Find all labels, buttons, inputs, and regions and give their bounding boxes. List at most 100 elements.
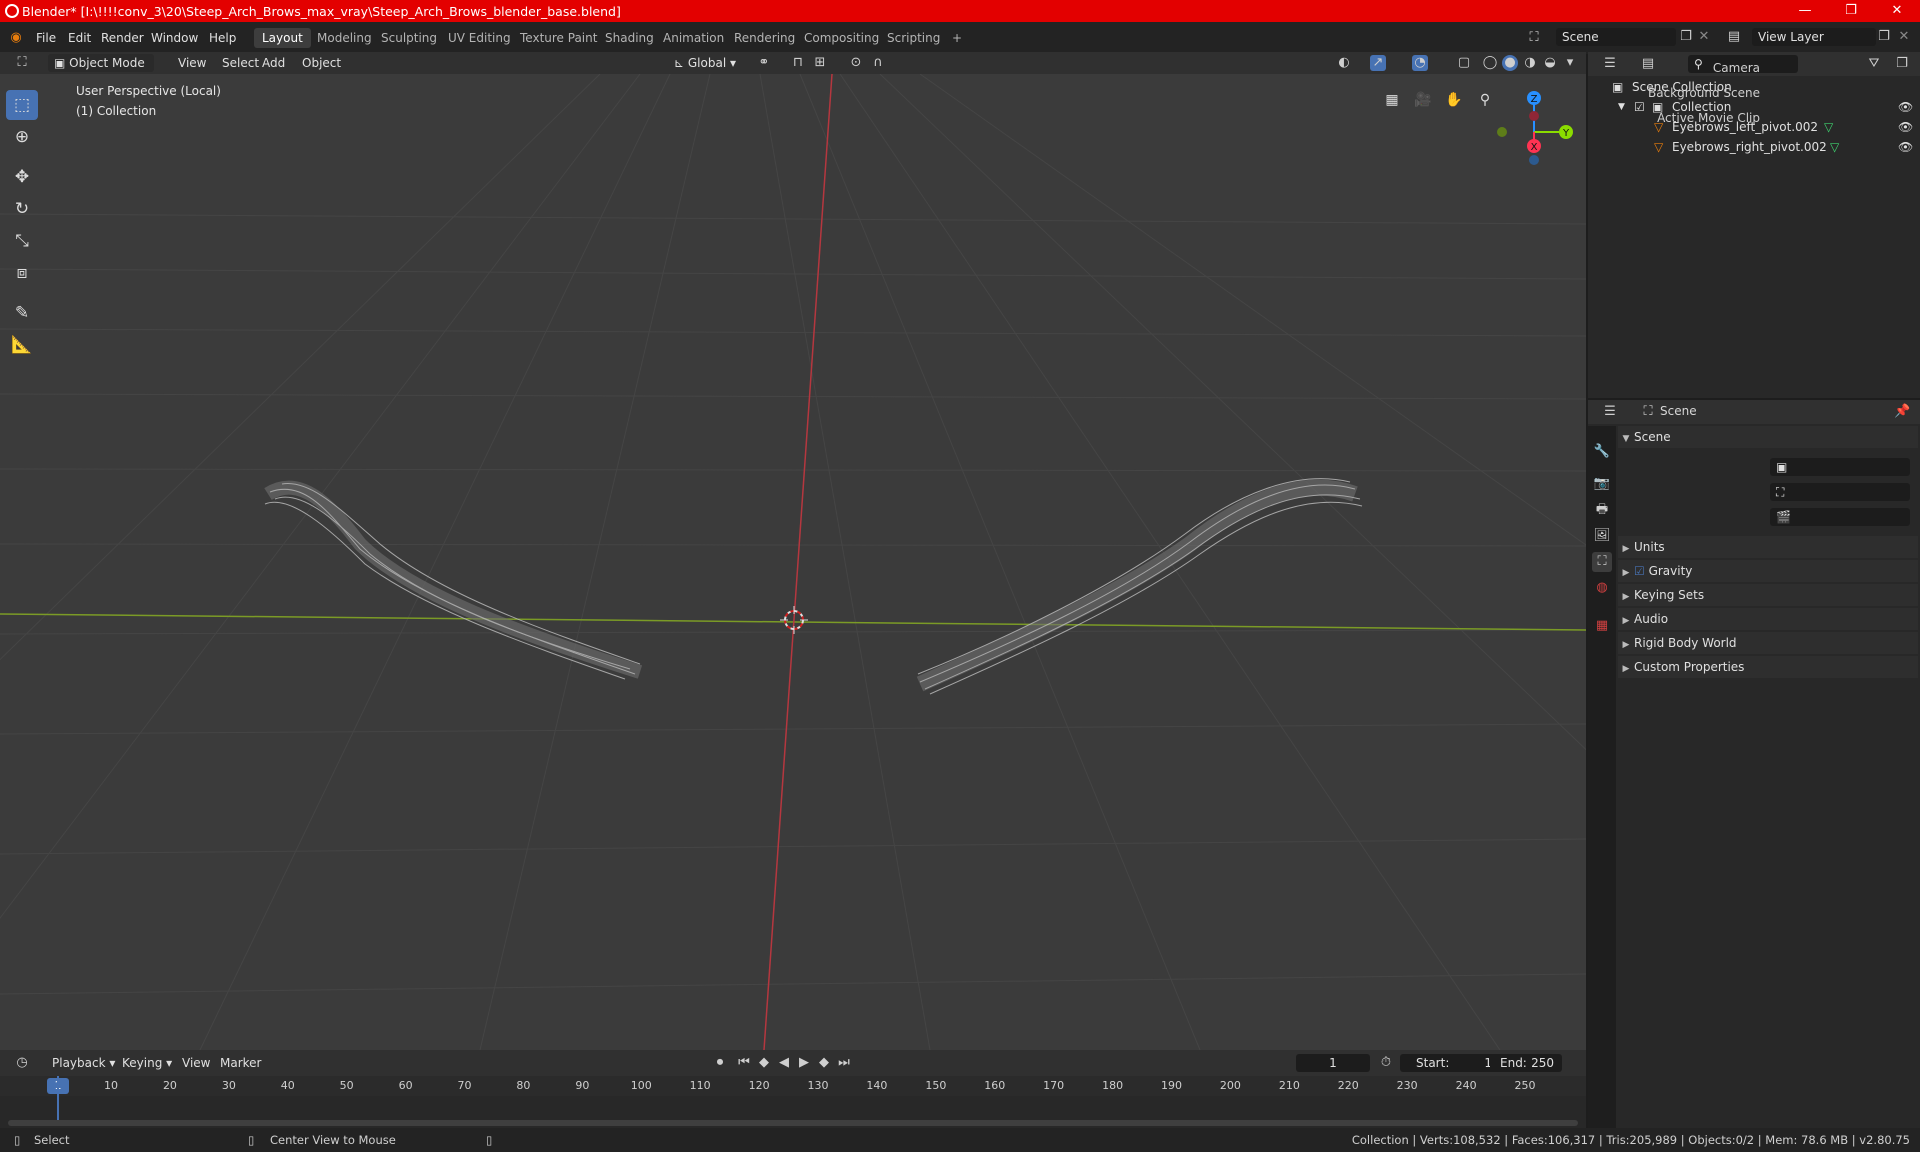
- menu-keying[interactable]: Keying ▾: [116, 1054, 178, 1072]
- scene-browse-icon[interactable]: ⛶: [1526, 30, 1542, 46]
- menu-timeline-view[interactable]: View: [176, 1054, 216, 1072]
- properties-editor-type-icon[interactable]: ☰: [1602, 404, 1618, 420]
- camera-view-icon[interactable]: 🎥: [1411, 88, 1435, 112]
- shading-options-icon[interactable]: ▾: [1562, 55, 1578, 71]
- tab-animation[interactable]: Animation: [655, 28, 732, 48]
- menu-edit[interactable]: Edit: [62, 29, 97, 47]
- move-tool-icon[interactable]: ✥: [6, 162, 38, 192]
- prev-keyframe-icon[interactable]: ◆: [756, 1055, 772, 1071]
- xray-icon[interactable]: ▢: [1456, 55, 1472, 71]
- expand-arrow-icon[interactable]: ▼: [1618, 97, 1625, 117]
- annotate-tool-icon[interactable]: ✎: [6, 298, 38, 328]
- movie-clip-field[interactable]: 🎬: [1770, 508, 1910, 526]
- play-icon[interactable]: ▶: [796, 1055, 812, 1071]
- jump-start-icon[interactable]: ⏮: [736, 1055, 752, 1071]
- tab-shading[interactable]: Shading: [597, 28, 662, 48]
- add-workspace-button[interactable]: +: [944, 28, 970, 48]
- gravity-checkbox-icon[interactable]: ☑: [1634, 564, 1649, 578]
- menu-playback[interactable]: Playback ▾: [46, 1054, 121, 1072]
- next-keyframe-icon[interactable]: ◆: [816, 1055, 832, 1071]
- close-button[interactable]: ✕: [1874, 0, 1920, 22]
- pivot-point-icon[interactable]: ⚭: [756, 55, 772, 71]
- scene-section-header[interactable]: ▼ Scene: [1618, 426, 1918, 448]
- timeline-scrollbar[interactable]: [8, 1120, 1578, 1126]
- menu-marker[interactable]: Marker: [214, 1054, 267, 1072]
- cursor-tool-icon[interactable]: ⊕: [6, 122, 38, 152]
- wireframe-shading-icon[interactable]: ◯: [1482, 55, 1498, 71]
- tab-modeling[interactable]: Modeling: [309, 28, 380, 48]
- filter-icon[interactable]: ⛛: [1866, 56, 1882, 72]
- tool-tab-icon[interactable]: 🔧: [1592, 442, 1612, 462]
- frame-ruler[interactable]: 1102030405060708090100110120130140150160…: [0, 1076, 1586, 1096]
- gravity-section-header[interactable]: ▶ ☑ Gravity: [1618, 560, 1918, 582]
- tab-texture-paint[interactable]: Texture Paint: [512, 28, 605, 48]
- menu-render[interactable]: Render: [95, 29, 150, 47]
- minimize-button[interactable]: —: [1782, 0, 1828, 22]
- render-tab-icon[interactable]: 📷: [1592, 474, 1612, 494]
- measure-tool-icon[interactable]: 📐: [6, 330, 38, 360]
- custom-properties-section-header[interactable]: ▶ Custom Properties: [1618, 656, 1918, 678]
- units-section-header[interactable]: ▶ Units: [1618, 536, 1918, 558]
- tab-compositing[interactable]: Compositing: [796, 28, 887, 48]
- 3d-viewport[interactable]: ⬚ ⊕ ✥ ↻ ⤡ ⧈ ✎ 📐 User Perspective (Local)…: [0, 74, 1586, 1050]
- snap-icon[interactable]: ⊓: [790, 55, 806, 71]
- camera-field[interactable]: ▣: [1770, 458, 1910, 476]
- outliner-editor-type-icon[interactable]: ☰: [1602, 56, 1618, 72]
- menu-help[interactable]: Help: [203, 29, 242, 47]
- menu-view[interactable]: View: [172, 54, 212, 72]
- background-scene-field[interactable]: ⛶: [1770, 483, 1910, 501]
- tab-layout[interactable]: Layout: [254, 28, 311, 48]
- proportional-edit-icon[interactable]: ⊙: [848, 55, 864, 71]
- snap-target-icon[interactable]: ⊞: [812, 55, 828, 71]
- transform-orientation-dropdown[interactable]: ⊾ Global ▾: [668, 54, 742, 72]
- delete-scene-icon[interactable]: ✕: [1696, 29, 1712, 45]
- jump-end-icon[interactable]: ⏭: [836, 1055, 852, 1071]
- rotate-tool-icon[interactable]: ↻: [6, 194, 38, 224]
- blender-menu-icon[interactable]: ◉: [8, 30, 24, 46]
- tab-rendering[interactable]: Rendering: [726, 28, 803, 48]
- audio-section-header[interactable]: ▶ Audio: [1618, 608, 1918, 630]
- eye-icon[interactable]: 👁: [1898, 97, 1913, 117]
- navigation-gizmo[interactable]: Z Y X: [1490, 84, 1580, 174]
- view-layer-field[interactable]: View Layer: [1752, 28, 1876, 46]
- eye-icon[interactable]: 👁: [1898, 137, 1913, 157]
- record-icon[interactable]: ⏺: [712, 1055, 728, 1071]
- tab-sculpting[interactable]: Sculpting: [373, 28, 445, 48]
- new-scene-icon[interactable]: ❐: [1678, 29, 1694, 45]
- output-tab-icon[interactable]: 🖶: [1592, 500, 1612, 520]
- maximize-button[interactable]: ❐: [1828, 0, 1874, 22]
- pin-icon[interactable]: 📌: [1894, 404, 1910, 420]
- toggle-perspective-icon[interactable]: ▦: [1380, 88, 1404, 112]
- pan-view-icon[interactable]: ✋: [1442, 88, 1466, 112]
- new-view-layer-icon[interactable]: ❐: [1876, 29, 1892, 45]
- rigid-body-section-header[interactable]: ▶ Rigid Body World: [1618, 632, 1918, 654]
- overlay-toggle-icon[interactable]: ◔: [1412, 55, 1428, 71]
- solid-shading-icon[interactable]: ●: [1502, 55, 1518, 71]
- playhead-line[interactable]: [57, 1076, 59, 1122]
- keying-sets-section-header[interactable]: ▶ Keying Sets: [1618, 584, 1918, 606]
- start-frame-field[interactable]: Start: 1: [1400, 1054, 1500, 1072]
- rendered-shading-icon[interactable]: ◒: [1542, 55, 1558, 71]
- gizmo-toggle-icon[interactable]: ↗: [1370, 55, 1386, 71]
- tab-uv-editing[interactable]: UV Editing: [440, 28, 519, 48]
- play-reverse-icon[interactable]: ◀: [776, 1055, 792, 1071]
- visibility-icon[interactable]: ◐: [1336, 55, 1352, 71]
- stopwatch-icon[interactable]: ⏱: [1378, 1055, 1394, 1071]
- falloff-icon[interactable]: ∩: [870, 55, 886, 71]
- material-shading-icon[interactable]: ◑: [1522, 55, 1538, 71]
- world-tab-icon[interactable]: ◍: [1592, 578, 1612, 598]
- outliner-row-object[interactable]: ▽ Eyebrows_right_pivot.002 ▽ 👁: [1588, 137, 1920, 157]
- editor-type-icon[interactable]: ⛶: [14, 55, 30, 71]
- current-frame-field[interactable]: 1: [1296, 1054, 1370, 1072]
- menu-add[interactable]: Add: [256, 54, 291, 72]
- tab-scripting[interactable]: Scripting: [879, 28, 948, 48]
- eye-icon[interactable]: 👁: [1898, 117, 1913, 137]
- end-frame-field[interactable]: End: 250: [1490, 1054, 1562, 1072]
- mode-dropdown[interactable]: ▣ Object Mode ▾: [48, 54, 154, 88]
- menu-window[interactable]: Window: [145, 29, 204, 47]
- select-box-tool-icon[interactable]: ⬚: [6, 90, 38, 120]
- new-collection-icon[interactable]: ❐: [1894, 56, 1910, 72]
- scale-tool-icon[interactable]: ⤡: [6, 226, 38, 256]
- view-layer-icon[interactable]: ▤: [1726, 29, 1742, 45]
- delete-view-layer-icon[interactable]: ✕: [1896, 29, 1912, 45]
